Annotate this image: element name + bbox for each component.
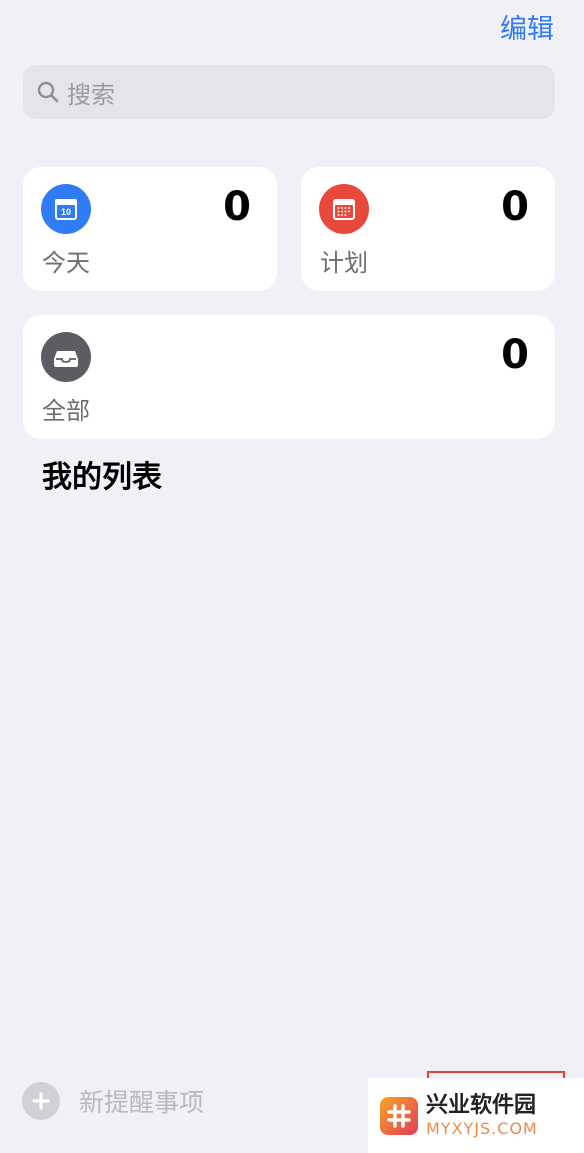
plus-icon — [22, 1082, 60, 1120]
today-label: 今天 — [42, 249, 90, 277]
all-label: 全部 — [42, 397, 90, 425]
scheduled-count: 0 — [501, 184, 529, 230]
watermark-cn: 兴业软件园 — [426, 1092, 537, 1118]
all-count: 0 — [501, 332, 529, 378]
new-reminder-button[interactable]: 新提醒事项 — [22, 1082, 204, 1120]
edit-button[interactable]: 编辑 — [500, 12, 554, 48]
scheduled-label: 计划 — [320, 249, 368, 277]
my-lists-title: 我的列表 — [42, 460, 162, 495]
search-bar[interactable]: 搜索 — [23, 65, 555, 119]
smart-list-today[interactable]: 10 0 今天 — [23, 167, 277, 291]
smart-list-scheduled[interactable]: 0 计划 — [301, 167, 555, 291]
tray-icon — [41, 332, 91, 382]
watermark: 兴业软件园 MYXYJS.COM — [368, 1078, 584, 1153]
calendar-today-icon: 10 — [41, 184, 91, 234]
search-icon — [35, 79, 61, 105]
today-count: 0 — [223, 184, 251, 230]
calendar-grid-icon — [319, 184, 369, 234]
watermark-en: MYXYJS.COM — [426, 1118, 538, 1138]
smart-list-all[interactable]: 0 全部 — [23, 315, 555, 439]
search-placeholder: 搜索 — [67, 80, 115, 109]
svg-text:10: 10 — [61, 207, 71, 217]
hash-logo-icon — [380, 1096, 418, 1135]
new-reminder-label: 新提醒事项 — [79, 1088, 205, 1117]
